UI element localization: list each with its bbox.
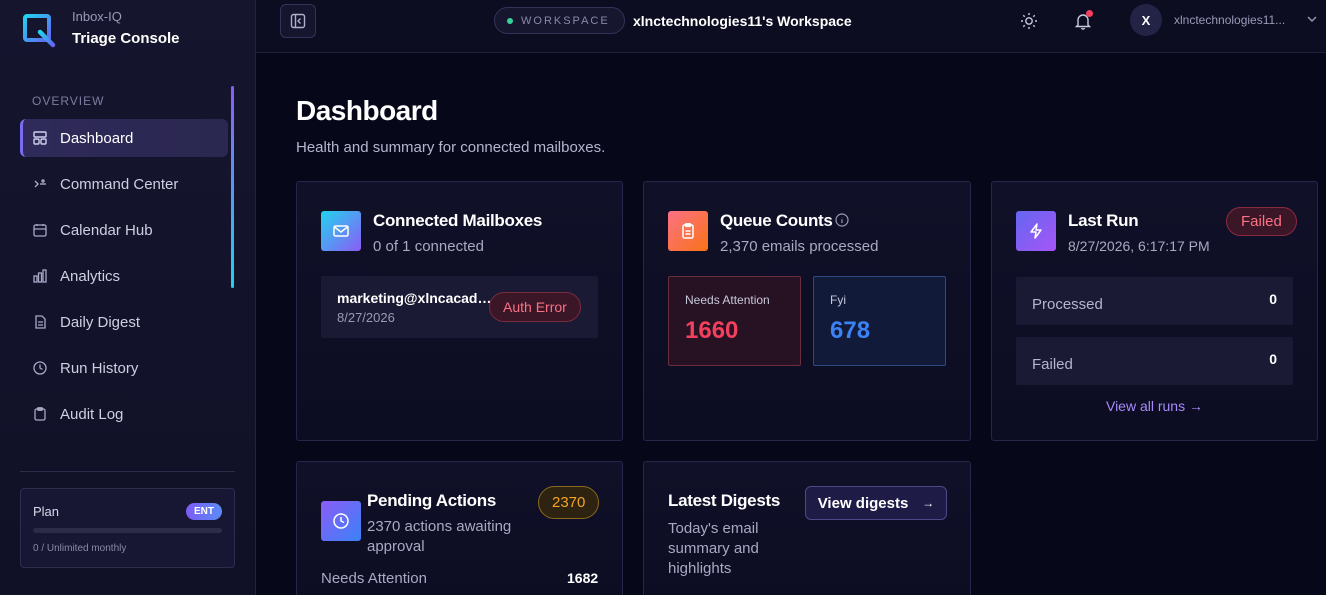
- notification-dot: [1086, 10, 1093, 17]
- digest-desc-line2: summary and: [668, 540, 759, 557]
- card-title: Connected Mailboxes: [373, 211, 543, 230]
- card-title: Last Run: [1068, 211, 1139, 230]
- run-row-processed: Processed 0: [1016, 277, 1293, 325]
- workspace-name: xlnctechnologies11's Workspace: [633, 13, 852, 29]
- run-row-value: 0: [1269, 291, 1277, 307]
- connected-mailboxes-card: Connected Mailboxes 0 of 1 connected mar…: [296, 181, 623, 441]
- sidebar-item-analytics[interactable]: Analytics: [20, 257, 228, 295]
- clipboard-icon: [32, 406, 48, 422]
- queue-value: 1660: [685, 317, 739, 344]
- user-name[interactable]: xlnctechnologies11...: [1174, 13, 1294, 27]
- dashboard-icon: [32, 130, 48, 146]
- latest-digests-card: Latest Digests Today's email summary and…: [643, 461, 971, 595]
- command-icon: [32, 176, 48, 192]
- button-label: View digests: [817, 494, 909, 512]
- run-row-value: 0: [1269, 351, 1277, 367]
- queue-needs-attention[interactable]: Needs Attention 1660: [668, 276, 801, 366]
- sidebar-item-label: Command Center: [60, 175, 179, 193]
- last-run-card: Last Run 8/27/2026, 6:17:17 PM Failed Pr…: [991, 181, 1318, 441]
- notifications-button[interactable]: [1072, 10, 1094, 32]
- card-title: Latest Digests: [668, 491, 781, 510]
- workspace-pill[interactable]: WORKSPACE: [494, 7, 625, 34]
- mail-icon: [321, 211, 361, 251]
- queue-value: 678: [830, 317, 871, 344]
- mailbox-date: 8/27/2026: [337, 310, 395, 325]
- sidebar-scrollbar[interactable]: [231, 86, 234, 288]
- card-title: Pending Actions: [367, 491, 496, 510]
- mailbox-row[interactable]: marketing@xlncacademy.com 8/27/2026 Auth…: [321, 276, 598, 338]
- plan-card: Plan ENT 0 / Unlimited monthly: [20, 488, 235, 568]
- nav-section-label: OVERVIEW: [32, 94, 105, 108]
- page-title: Dashboard: [296, 95, 438, 126]
- run-row-label: Processed: [1032, 295, 1103, 313]
- queue-label: Fyi: [830, 293, 846, 307]
- theme-toggle-button[interactable]: [1018, 10, 1040, 32]
- view-all-runs-link[interactable]: View all runs →: [992, 398, 1317, 414]
- avatar[interactable]: X: [1130, 4, 1162, 36]
- brand[interactable]: Inbox-IQ Triage Console: [22, 10, 180, 48]
- sidebar-item-command-center[interactable]: Command Center: [20, 165, 228, 203]
- digest-desc-line3: highlights: [668, 560, 732, 577]
- sidebar-item-dashboard[interactable]: Dashboard: [20, 119, 228, 157]
- sidebar-item-run-history[interactable]: Run History: [20, 349, 228, 387]
- sidebar-divider: [20, 471, 235, 472]
- arrow-right-icon: →: [922, 496, 935, 510]
- queue-counts-card: Queue Counts 2,370 emails processed Need…: [643, 181, 971, 441]
- sidebar-item-label: Daily Digest: [60, 313, 141, 331]
- clock-icon: [32, 360, 48, 376]
- card-subtitle-line2: approval: [367, 538, 425, 555]
- document-icon: [32, 314, 48, 330]
- workspace-label: WORKSPACE: [521, 14, 610, 27]
- status-dot: [507, 17, 513, 24]
- mailbox-email: marketing@xlncacademy.com: [337, 290, 492, 306]
- sidebar-item-audit-log[interactable]: Audit Log: [20, 395, 228, 433]
- queue-fyi[interactable]: Fyi 678: [813, 276, 946, 366]
- sidebar-collapse-icon: [290, 13, 306, 29]
- collapse-sidebar-button[interactable]: [280, 4, 316, 38]
- sidebar-item-label: Run History: [60, 359, 139, 377]
- sidebar-nav: Dashboard Command Center Calendar Hub An…: [20, 119, 228, 441]
- count-badge: 2370: [538, 486, 600, 519]
- calendar-icon: [32, 222, 48, 238]
- info-icon[interactable]: [835, 213, 849, 227]
- sidebar-item-label: Audit Log: [60, 405, 124, 423]
- sidebar-item-label: Dashboard: [60, 129, 134, 147]
- lightning-icon: [1016, 211, 1056, 251]
- card-title: Queue Counts: [720, 211, 833, 230]
- sidebar-item-label: Calendar Hub: [60, 221, 153, 239]
- brand-title: Triage Console: [72, 30, 180, 47]
- pending-row-label: Needs Attention: [321, 570, 427, 587]
- view-digests-button[interactable]: View digests →: [805, 486, 947, 520]
- digest-desc-line1: Today's email: [668, 520, 759, 537]
- run-timestamp: 8/27/2026, 6:17:17 PM: [1068, 238, 1210, 254]
- status-badge: Failed: [1226, 207, 1297, 236]
- run-row-failed: Failed 0: [1016, 337, 1293, 385]
- plan-label: Plan: [33, 504, 60, 519]
- plan-usage-text: 0 / Unlimited monthly: [33, 543, 127, 554]
- analytics-icon: [32, 268, 48, 284]
- card-subtitle: 0 of 1 connected: [373, 238, 484, 255]
- pending-actions-card: Pending Actions 2370 actions awaiting ap…: [296, 461, 623, 595]
- top-bar: WORKSPACE xlnctechnologies11's Workspace…: [256, 0, 1326, 53]
- status-badge[interactable]: Auth Error: [489, 292, 581, 322]
- sidebar-item-calendar-hub[interactable]: Calendar Hub: [20, 211, 228, 249]
- logo-icon: [23, 14, 56, 48]
- plan-usage-bar: [33, 528, 222, 533]
- card-subtitle: 2,370 emails processed: [720, 238, 879, 255]
- card-subtitle-line1: 2370 actions awaiting: [367, 518, 512, 535]
- sidebar: Inbox-IQ Triage Console OVERVIEW Dashboa…: [0, 0, 256, 595]
- run-row-label: Failed: [1032, 355, 1073, 373]
- queue-label: Needs Attention: [685, 293, 770, 307]
- clipboard-icon: [668, 211, 708, 251]
- clock-icon: [321, 501, 361, 541]
- plan-badge: ENT: [186, 503, 222, 520]
- sun-icon: [1021, 13, 1037, 29]
- sidebar-item-daily-digest[interactable]: Daily Digest: [20, 303, 228, 341]
- chevron-down-icon[interactable]: [1306, 12, 1318, 30]
- brand-subtitle: Inbox-IQ: [72, 9, 122, 24]
- page-subtitle: Health and summary for connected mailbox…: [296, 139, 606, 156]
- pending-row-value: 1682: [567, 570, 599, 586]
- sidebar-item-label: Analytics: [60, 267, 121, 285]
